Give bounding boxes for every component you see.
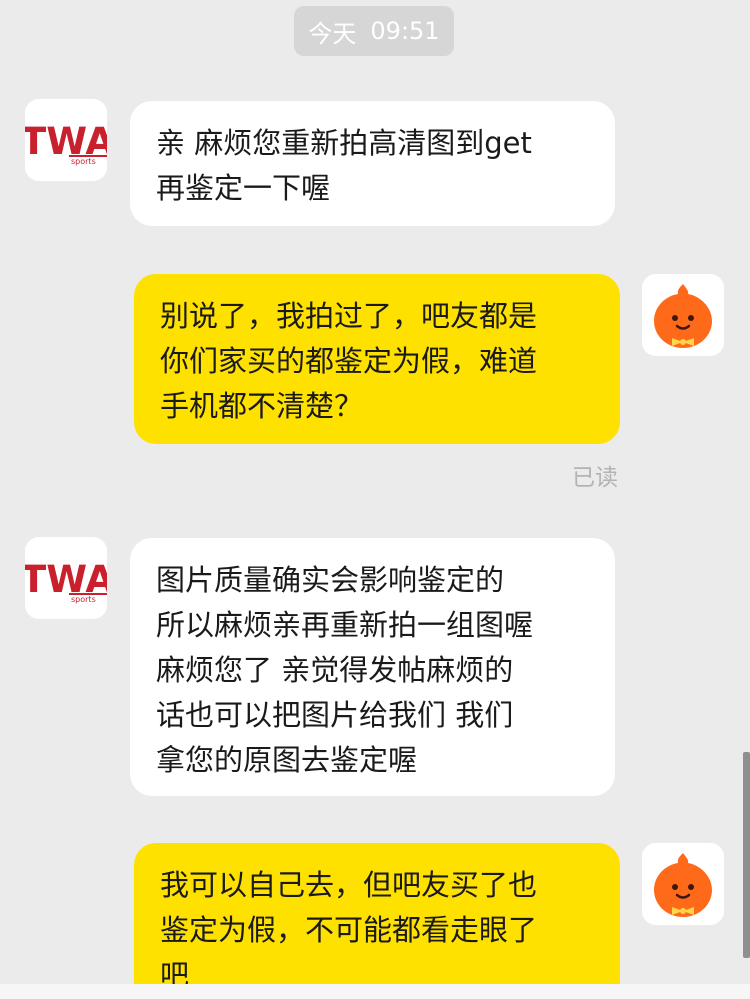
message-text-line: 拿您的原图去鉴定喔	[156, 743, 418, 777]
chat-view[interactable]: 今天 09:51 TWA sports 亲 麻烦您重新拍高清图到get 再鉴定一…	[0, 0, 750, 999]
message-bubble-incoming[interactable]: 图片质量确实会影响鉴定的 所以麻烦亲再重新拍一组图喔 麻烦您了 亲觉得发帖麻烦的…	[130, 538, 615, 796]
message-text-line: 所以麻烦亲再重新拍一组图喔	[156, 608, 534, 642]
message-bubble-incoming[interactable]: 亲 麻烦您重新拍高清图到get 再鉴定一下喔	[130, 101, 615, 226]
message-text-line: 麻烦您了 亲觉得发帖麻烦的	[156, 653, 514, 687]
orange-mascot-avatar-icon	[642, 843, 724, 925]
message-text-line: 别说了，我拍过了，吧友都是	[160, 299, 538, 333]
user-avatar[interactable]	[642, 843, 724, 925]
message-text-line: 图片质量确实会影响鉴定的	[156, 563, 505, 597]
message-text-line: 亲 麻烦您重新拍高清图到get	[156, 126, 532, 160]
svg-text:sports: sports	[71, 595, 96, 604]
message-text-line: 鉴定为假，不可能都看走眼了	[160, 913, 538, 947]
twa-sports-logo-icon: TWA sports	[25, 99, 107, 181]
merchant-avatar[interactable]: TWA sports	[25, 537, 107, 619]
message-text-line: 你们家买的都鉴定为假，难道	[160, 344, 538, 378]
orange-mascot-avatar-icon	[642, 274, 724, 356]
timestamp-day: 今天	[308, 19, 357, 48]
message-text-line: 手机都不清楚？	[160, 389, 364, 423]
message-bubble-outgoing[interactable]: 别说了，我拍过了，吧友都是 你们家买的都鉴定为假，难道 手机都不清楚？	[134, 274, 620, 444]
read-status: 已读	[572, 465, 618, 491]
timestamp-chip: 今天 09:51	[294, 6, 454, 56]
message-text-line: 话也可以把图片给我们 我们	[156, 698, 514, 732]
merchant-avatar[interactable]: TWA sports	[25, 99, 107, 181]
message-bubble-outgoing[interactable]: 我可以自己去，但吧友买了也 鉴定为假，不可能都看走眼了 吧	[134, 843, 620, 999]
input-bar-edge	[0, 984, 750, 999]
user-avatar[interactable]	[642, 274, 724, 356]
svg-text:sports: sports	[71, 157, 96, 166]
message-text-line: 再鉴定一下喔	[156, 171, 331, 205]
scrollbar[interactable]	[743, 752, 750, 958]
message-text-line: 我可以自己去，但吧友买了也	[160, 868, 538, 902]
twa-sports-logo-icon: TWA sports	[25, 537, 107, 619]
timestamp-time: 09:51	[370, 17, 440, 45]
